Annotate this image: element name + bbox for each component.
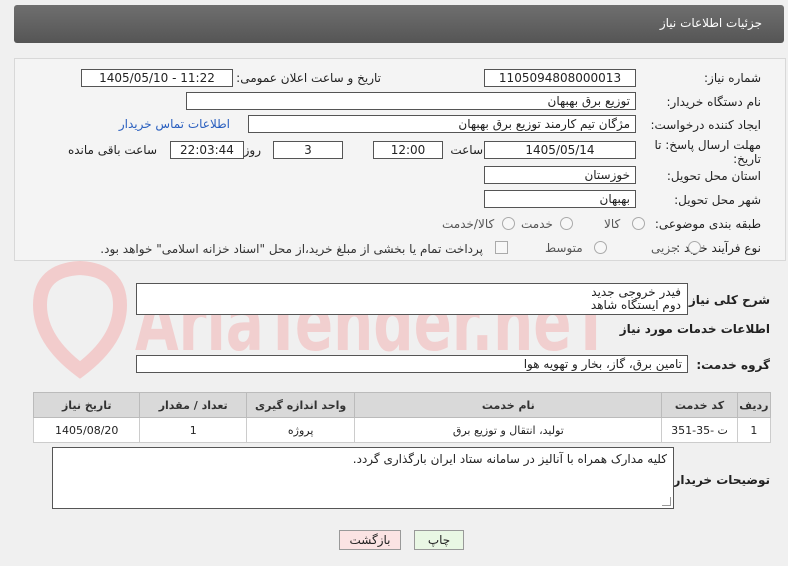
- services-section-title: اطلاعات خدمات مورد نیاز: [619, 322, 770, 336]
- page-title: جزئیات اطلاعات نیاز: [659, 16, 762, 30]
- buyer-org-field: توزیع برق بهبهان: [186, 92, 636, 110]
- creator-label: ایجاد کننده درخواست:: [650, 118, 761, 132]
- table-header-row: ردیف کد خدمت نام خدمت واحد اندازه گیری ت…: [32, 392, 772, 418]
- category-goods-label: کالا: [604, 217, 621, 231]
- province-field: خوزستان: [484, 166, 636, 184]
- deadline-date-field: 1405/05/14: [484, 141, 636, 159]
- city-field: بهبهان: [484, 190, 636, 208]
- cell-row: 1: [736, 417, 772, 443]
- deadline-time-field: 12:00: [373, 141, 443, 159]
- buyer-notes-text: کلیه مدارک همراه با آنالیز در سامانه ستا…: [352, 452, 667, 466]
- category-label: طبقه بندی موضوعی:: [654, 217, 761, 231]
- description-label: شرح کلی نیاز:: [684, 293, 770, 307]
- deadline-label-date: تاریخ:: [733, 152, 761, 166]
- cell-unit: پروژه: [245, 417, 356, 443]
- cell-code: ت -35-351: [661, 417, 738, 443]
- need-number-field: 1105094808000013: [484, 69, 636, 87]
- description-line-2: دوم ایستگاه شاهد: [590, 298, 681, 312]
- remaining-label: ساعت باقی مانده: [67, 143, 157, 157]
- city-label: شهر محل تحویل:: [674, 193, 761, 207]
- col-code: کد خدمت: [661, 392, 738, 418]
- cell-qty: 1: [139, 417, 247, 443]
- back-button[interactable]: بازگشت: [339, 530, 401, 550]
- announce-field: 1405/05/10 - 11:22: [81, 69, 233, 87]
- cell-date: 1405/08/20: [32, 417, 141, 443]
- services-table: ردیف کد خدمت نام خدمت واحد اندازه گیری ت…: [32, 392, 772, 443]
- need-info-panel: شماره نیاز: 1105094808000013 تاریخ و ساع…: [14, 58, 786, 261]
- col-row: ردیف: [736, 392, 772, 418]
- buyer-contact-link[interactable]: اطلاعات تماس خریدار: [119, 117, 230, 131]
- category-goods-service-label: کالا/خدمت: [442, 217, 495, 231]
- service-group-field: تامین برق، گاز، بخار و تهویه هوا: [136, 355, 688, 373]
- col-name: نام خدمت: [354, 392, 663, 418]
- col-unit: واحد اندازه گیری: [245, 392, 356, 418]
- province-label: استان محل تحویل:: [666, 169, 761, 183]
- col-qty: تعداد / مقدار: [139, 392, 247, 418]
- page-header: جزئیات اطلاعات نیاز: [14, 5, 784, 43]
- resize-handle-icon[interactable]: [662, 497, 671, 506]
- process-minor-radio[interactable]: [688, 241, 701, 254]
- days-field: 3: [273, 141, 343, 159]
- creator-field: مژگان تیم کارمند توزیع برق بهبهان: [248, 115, 636, 133]
- buyer-notes-textarea[interactable]: کلیه مدارک همراه با آنالیز در سامانه ستا…: [52, 447, 674, 509]
- description-field: فیدر خروجی جدید دوم ایستگاه شاهد: [136, 283, 688, 315]
- category-goods-service-radio[interactable]: [502, 217, 515, 230]
- watermark-logo-icon: [32, 260, 128, 379]
- col-date: تاریخ نیاز: [32, 392, 141, 418]
- category-service-label: خدمت: [521, 217, 553, 231]
- table-row: 1 ت -35-351 تولید، انتقال و توزیع برق پر…: [32, 417, 772, 443]
- need-number-label: شماره نیاز:: [704, 71, 761, 85]
- service-group-label: گروه خدمت:: [696, 358, 770, 372]
- deadline-label: مهلت ارسال پاسخ: تا: [654, 138, 761, 152]
- category-service-radio[interactable]: [560, 217, 573, 230]
- process-minor-label: جزیی: [651, 241, 679, 255]
- announce-label: تاریخ و ساعت اعلان عمومی:: [236, 71, 381, 85]
- time-label: ساعت: [450, 143, 483, 157]
- buyer-notes-label: توضیحات خریدار:: [668, 473, 770, 487]
- category-goods-radio[interactable]: [632, 217, 645, 230]
- remaining-time-field: 22:03:44: [170, 141, 244, 159]
- cell-name: تولید، انتقال و توزیع برق: [354, 417, 663, 443]
- print-button[interactable]: چاپ: [414, 530, 464, 550]
- buyer-org-label: نام دستگاه خریدار:: [666, 95, 762, 109]
